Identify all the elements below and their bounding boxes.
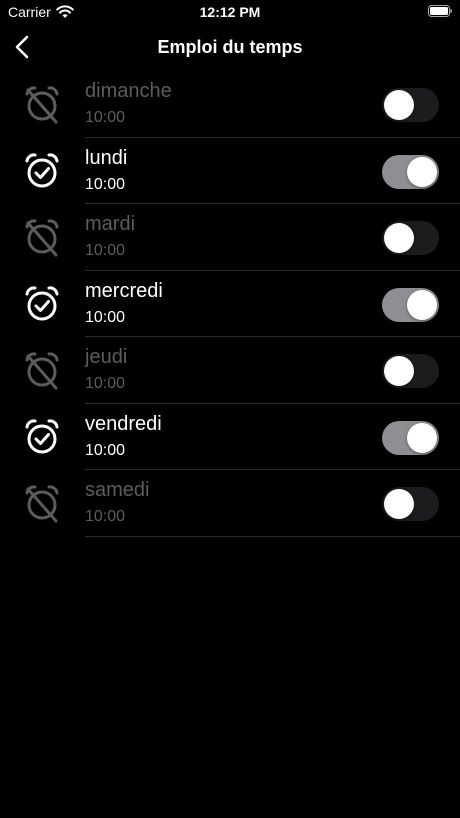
toggle-jeudi[interactable]	[382, 354, 439, 388]
schedule-row-vendredi: vendredi 10:00	[0, 404, 460, 470]
toggle-knob	[384, 356, 414, 386]
schedule-row-lundi: lundi 10:00	[0, 138, 460, 204]
schedule-row-samedi: samedi 10:00	[0, 470, 460, 537]
alarm-check-icon	[22, 151, 62, 191]
status-bar: Carrier 12:12 PM	[0, 0, 460, 24]
toggle-mardi[interactable]	[382, 221, 439, 255]
toggle-knob	[384, 90, 414, 120]
toggle-knob	[407, 289, 437, 320]
day-label: jeudi	[85, 346, 128, 368]
day-label: mardi	[85, 213, 136, 235]
toggle-lundi[interactable]	[382, 154, 439, 189]
page-title: Emploi du temps	[157, 37, 303, 57]
day-label: dimanche	[85, 80, 172, 102]
alarm-off-icon	[22, 217, 62, 257]
day-label: vendredi	[85, 412, 162, 435]
toggle-knob	[384, 489, 414, 519]
toggle-knob	[407, 422, 437, 453]
schedule-row-mardi: mardi 10:00	[0, 204, 460, 271]
toggle-knob	[407, 156, 437, 187]
battery-icon	[428, 5, 452, 17]
time-label[interactable]: 10:00	[85, 109, 125, 127]
alarm-off-icon	[22, 350, 62, 390]
toggle-knob	[384, 223, 414, 253]
alarm-off-icon	[22, 483, 62, 523]
time-label[interactable]: 10:00	[85, 309, 125, 327]
toggle-dimanche[interactable]	[382, 88, 439, 122]
alarm-off-icon	[22, 84, 62, 124]
row-divider	[85, 535, 460, 537]
day-label: lundi	[85, 146, 128, 169]
schedule-list: dimanche 10:00 lundi 10:00 mardi 10:00 m…	[0, 71, 460, 537]
toggle-mercredi[interactable]	[382, 287, 439, 322]
time-label[interactable]: 10:00	[85, 508, 125, 526]
toggle-samedi[interactable]	[382, 487, 439, 521]
schedule-row-dimanche: dimanche 10:00	[0, 71, 460, 138]
toggle-vendredi[interactable]	[382, 420, 439, 455]
navigation-bar: Emploi du temps	[0, 24, 460, 70]
alarm-check-icon	[22, 417, 62, 457]
time-label[interactable]: 10:00	[85, 375, 125, 393]
day-label: mercredi	[85, 279, 163, 302]
schedule-row-jeudi: jeudi 10:00	[0, 337, 460, 404]
time-label[interactable]: 10:00	[85, 242, 125, 260]
schedule-row-mercredi: mercredi 10:00	[0, 271, 460, 337]
time-label[interactable]: 10:00	[85, 442, 125, 460]
alarm-check-icon	[22, 284, 62, 324]
time-label[interactable]: 10:00	[85, 176, 125, 194]
status-time: 12:12 PM	[199, 4, 261, 20]
day-label: samedi	[85, 479, 150, 501]
